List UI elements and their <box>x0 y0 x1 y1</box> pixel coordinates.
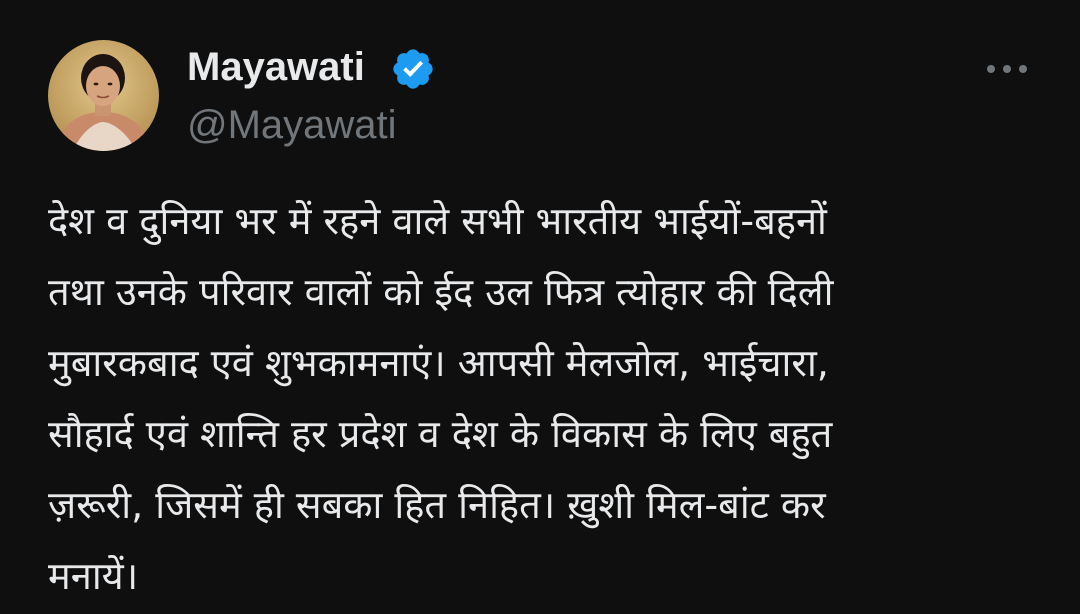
tweet-card: Mayawati @Mayawati देश व दुनिया भर में र… <box>0 0 1080 614</box>
more-horizontal-icon[interactable] <box>982 54 1032 84</box>
tweet-text: देश व दुनिया भर में रहने वाले सभी भारतीय… <box>48 199 834 598</box>
verified-badge-icon <box>393 49 433 89</box>
author-name[interactable]: Mayawati <box>187 40 365 94</box>
avatar[interactable] <box>48 40 159 151</box>
author-handle[interactable]: @Mayawati <box>187 98 397 152</box>
avatar-image <box>48 40 159 151</box>
